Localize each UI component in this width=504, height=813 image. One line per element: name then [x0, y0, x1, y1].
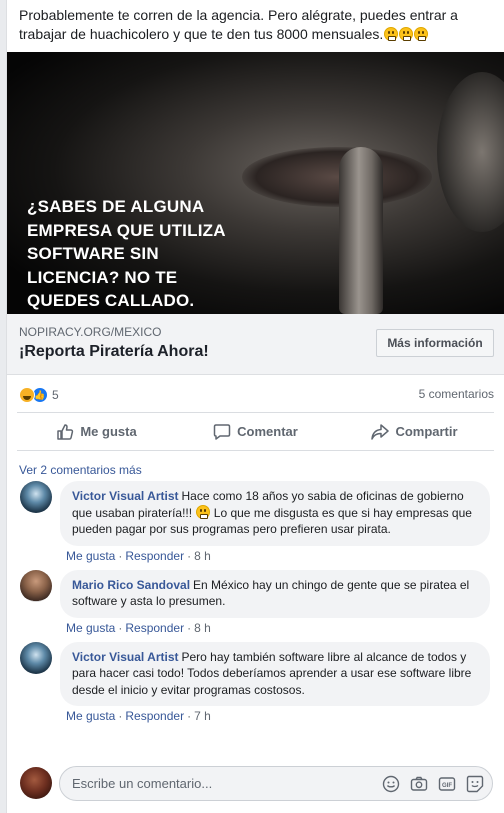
ad-image[interactable]: ¿SABES DE ALGUNA EMPRESA QUE UTILIZA SOF… — [7, 52, 504, 314]
comment-like-link[interactable]: Me gusta — [66, 709, 115, 723]
svg-text:GIF: GIF — [442, 783, 452, 789]
grimace-emoji-icon — [384, 27, 399, 41]
my-avatar[interactable] — [20, 767, 52, 799]
feed-post-card: Probablemente te corren de la agencia. P… — [6, 0, 504, 813]
comments-section: Ver 2 comentarios más Victor Visual Arti… — [7, 451, 504, 730]
share-label: Compartir — [395, 424, 458, 439]
comment-author[interactable]: Victor Visual Artist — [72, 650, 178, 664]
ad-domain: NOPIRACY.ORG/MEXICO — [19, 325, 162, 339]
comment-reply-link[interactable]: Responder — [125, 709, 184, 723]
share-button[interactable]: Compartir — [335, 413, 494, 450]
more-info-button[interactable]: Más información — [376, 329, 494, 357]
comment-meta: Me gusta · Responder · 7 h — [66, 709, 211, 723]
face-lips-shape — [242, 147, 432, 207]
post-text: Probablemente te corren de la agencia. P… — [7, 0, 504, 52]
reaction-count: 5 — [52, 388, 59, 402]
comment-timestamp[interactable]: 7 h — [194, 709, 211, 723]
comment-timestamp[interactable]: 8 h — [194, 621, 211, 635]
finger-shape — [339, 147, 383, 314]
comment-reply-link[interactable]: Responder — [125, 621, 184, 635]
grimace-emoji-icon — [414, 27, 429, 41]
ad-image-headline: ¿SABES DE ALGUNA EMPRESA QUE UTILIZA SOF… — [27, 197, 226, 310]
camera-icon[interactable] — [410, 775, 428, 793]
comment-item: Victor Visual Artist Pero hay también sof… — [19, 641, 492, 731]
comment-bubble: Mario Rico Sandoval En México hay un chin… — [60, 569, 490, 618]
avatar[interactable] — [20, 641, 52, 674]
comment-bubble: Victor Visual Artist Pero hay también sof… — [60, 641, 490, 706]
comment-input-wrapper[interactable]: GIF — [59, 766, 493, 801]
comment-meta: Me gusta · Responder · 8 h — [66, 548, 211, 563]
composer-icons: GIF — [372, 775, 484, 793]
speech-bubble-icon — [213, 423, 231, 440]
avatar[interactable] — [20, 481, 52, 513]
comment-composer: GIF — [19, 766, 493, 801]
comment-meta: Me gusta · Responder · 8 h — [66, 620, 211, 635]
comment-label: Comentar — [237, 424, 298, 439]
comment-reply-link[interactable]: Responder — [125, 549, 184, 563]
grimace-emoji-icon — [399, 27, 414, 41]
ad-title[interactable]: ¡Reporta Piratería Ahora! — [19, 343, 209, 361]
comment-like-link[interactable]: Me gusta — [66, 549, 115, 563]
face-cheek-shape — [437, 72, 504, 232]
avatar[interactable] — [20, 569, 52, 602]
comment-button[interactable]: Comentar — [176, 413, 335, 450]
comment-like-link[interactable]: Me gusta — [66, 621, 115, 635]
emoji-icon[interactable] — [382, 775, 400, 793]
sticker-icon[interactable] — [466, 775, 484, 793]
gif-icon[interactable]: GIF — [438, 775, 456, 793]
ad-link-footer[interactable]: NOPIRACY.ORG/MEXICO ¡Reporta Piratería A… — [7, 314, 504, 375]
comment-bubble: Victor Visual Artist Hace como 18 años yo… — [60, 481, 490, 546]
share-arrow-icon — [371, 423, 390, 440]
action-bar: Me gusta Comentar Compartir — [17, 413, 494, 451]
comment-timestamp[interactable]: 8 h — [194, 549, 211, 563]
thumbs-up-icon — [57, 423, 74, 440]
comment-author[interactable]: Victor Visual Artist — [72, 489, 178, 503]
view-more-comments-link[interactable]: Ver 2 comentarios más — [19, 451, 492, 481]
reaction-summary[interactable]: 👍 5 — [19, 387, 59, 403]
like-label: Me gusta — [80, 424, 137, 439]
like-button[interactable]: Me gusta — [17, 413, 176, 450]
reactions-bar: 👍 5 5 comentarios — [17, 375, 494, 413]
comment-count-link[interactable]: 5 comentarios — [419, 387, 494, 401]
grin-emoji-icon — [196, 504, 211, 519]
comment-input[interactable] — [60, 767, 360, 800]
comment-author[interactable]: Mario Rico Sandoval — [72, 578, 190, 592]
comment-item: Victor Visual Artist Hace como 18 años yo… — [19, 481, 492, 570]
comment-item: Mario Rico Sandoval En México hay un chin… — [19, 569, 492, 642]
haha-reaction-icon — [19, 387, 35, 403]
